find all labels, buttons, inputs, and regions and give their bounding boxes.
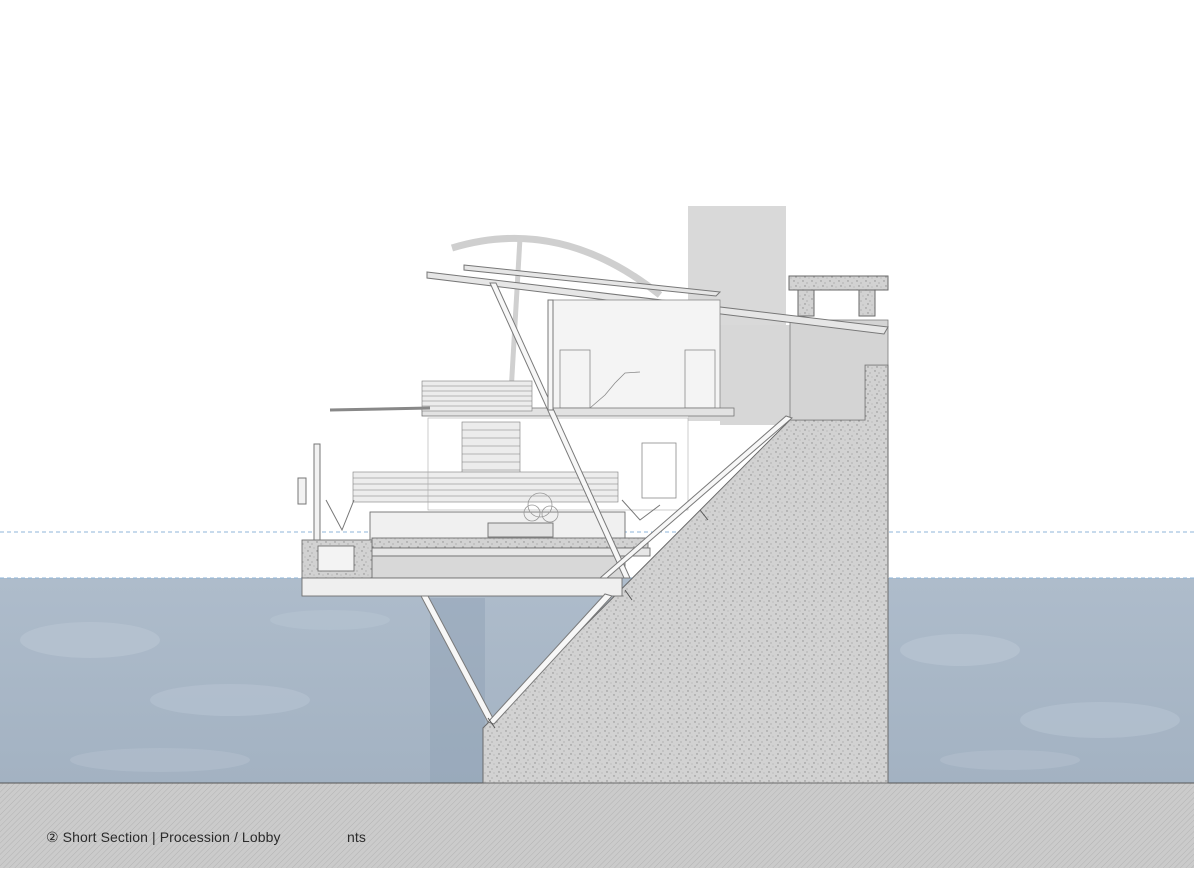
roof-parapet <box>788 275 889 317</box>
section-svg <box>0 206 1194 868</box>
scale-note: nts <box>347 829 366 845</box>
drawing-caption: ② Short Section | Procession / Lobby <box>46 829 281 845</box>
section-drawing: ② Short Section | Procession / Lobby nts <box>0 0 1194 868</box>
canopy <box>329 406 431 412</box>
upper-floor <box>547 299 721 411</box>
lobby-floor <box>301 511 651 597</box>
ground <box>0 783 1194 868</box>
